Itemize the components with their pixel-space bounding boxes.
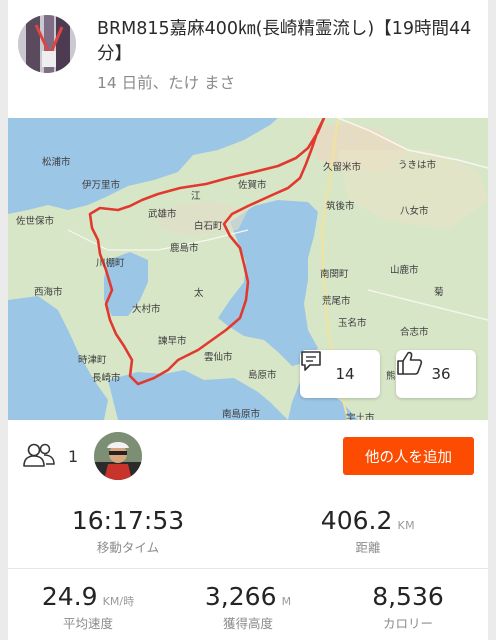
map-label: 菊 bbox=[434, 287, 444, 298]
map-label: 南島原市 bbox=[222, 408, 261, 420]
moving-time-label: 移動タイム bbox=[96, 540, 160, 555]
map-label: 伊万里市 bbox=[82, 179, 121, 191]
activity-title[interactable]: BRM815嘉麻400㎞(長崎精霊流し)【19時間44分】 bbox=[97, 17, 479, 67]
group-athletes-row: 1 他の人を追加 bbox=[8, 420, 488, 493]
map-label: 久留米市 bbox=[323, 161, 362, 173]
comment-button[interactable]: 14 bbox=[300, 350, 380, 398]
calories-label: カロリー bbox=[382, 616, 433, 631]
map-label: 太 bbox=[194, 287, 204, 299]
map-label: 玉名市 bbox=[338, 317, 367, 329]
stats-divider bbox=[8, 568, 488, 569]
map-label: 長崎市 bbox=[92, 372, 121, 384]
map-label: 佐賀市 bbox=[238, 179, 267, 191]
map-label: 南関町 bbox=[320, 268, 349, 280]
add-others-button[interactable]: 他の人を追加 bbox=[343, 437, 474, 475]
map-label: 雲仙市 bbox=[204, 351, 233, 363]
avg-speed-unit: KM/時 bbox=[102, 595, 135, 608]
map-label: 川棚町 bbox=[96, 257, 125, 269]
kudos-count: 36 bbox=[431, 365, 451, 383]
map-label: 筑後市 bbox=[326, 200, 355, 212]
activity-subtitle: 14 日前、たけ まさ bbox=[97, 74, 236, 92]
map-label: 佐世保市 bbox=[16, 215, 55, 227]
avg-speed-value: 24.9 bbox=[41, 582, 98, 611]
activity-card: BRM815嘉麻400㎞(長崎精霊流し)【19時間44分】 14 日前、たけ ま… bbox=[8, 0, 488, 640]
group-athlete-avatar[interactable] bbox=[94, 432, 142, 480]
map-label: うきは市 bbox=[398, 159, 437, 171]
activity-header: BRM815嘉麻400㎞(長崎精霊流し)【19時間44分】 14 日前、たけ ま… bbox=[8, 0, 488, 118]
moving-time-value: 16:17:53 bbox=[71, 506, 185, 535]
avg-speed-label: 平均速度 bbox=[62, 616, 113, 631]
stat-avg-speed: 24.9 KM/時 平均速度 bbox=[8, 582, 168, 632]
athlete-count: 1 bbox=[68, 447, 79, 466]
map-label: 西海市 bbox=[34, 286, 63, 298]
map-label: 武雄市 bbox=[148, 208, 177, 220]
calories-value: 8,536 bbox=[372, 582, 444, 611]
map-label: 山鹿市 bbox=[390, 264, 419, 276]
map-label: 荒尾市 bbox=[322, 295, 351, 307]
map-label: 合志市 bbox=[400, 326, 429, 338]
route-map[interactable]: 小郡市吉野ヶ里小都市春日市神埼市唐津市松浦市久留米市うきは市伊万里市佐賀市江筑後… bbox=[8, 118, 488, 420]
map-label: 江 bbox=[191, 191, 201, 202]
map-label: 時津町 bbox=[78, 355, 107, 366]
map-label: 宇土市 bbox=[346, 412, 375, 420]
group-icon bbox=[22, 442, 56, 472]
distance-unit: KM bbox=[397, 519, 416, 532]
athlete-avatar[interactable] bbox=[18, 15, 76, 73]
map-label: 島原市 bbox=[248, 369, 277, 381]
elevation-unit: M bbox=[281, 595, 292, 608]
stat-elevation: 3,266 M 獲得高度 bbox=[168, 582, 328, 632]
kudos-button[interactable]: 36 bbox=[396, 350, 476, 398]
map-label: 八女市 bbox=[400, 205, 429, 217]
map-label: 松浦市 bbox=[42, 156, 71, 168]
elevation-value: 3,266 bbox=[204, 582, 277, 611]
distance-value: 406.2 bbox=[320, 506, 393, 535]
map-label: 白石町 bbox=[194, 220, 223, 232]
stat-distance: 406.2 KM 距離 bbox=[248, 506, 488, 556]
map-label: 諫早市 bbox=[158, 335, 187, 347]
distance-label: 距離 bbox=[355, 540, 381, 555]
stat-calories: 8,536 カロリー bbox=[328, 582, 488, 632]
map-label: 大村市 bbox=[132, 303, 161, 315]
map-label: 鹿島市 bbox=[170, 242, 199, 254]
elevation-label: 獲得高度 bbox=[222, 616, 273, 631]
comment-count: 14 bbox=[335, 365, 355, 383]
stat-moving-time: 16:17:53 移動タイム bbox=[8, 506, 248, 556]
stats-panel: 16:17:53 移動タイム 406.2 KM 距離 24.9 KM/時 平均速… bbox=[8, 492, 488, 640]
